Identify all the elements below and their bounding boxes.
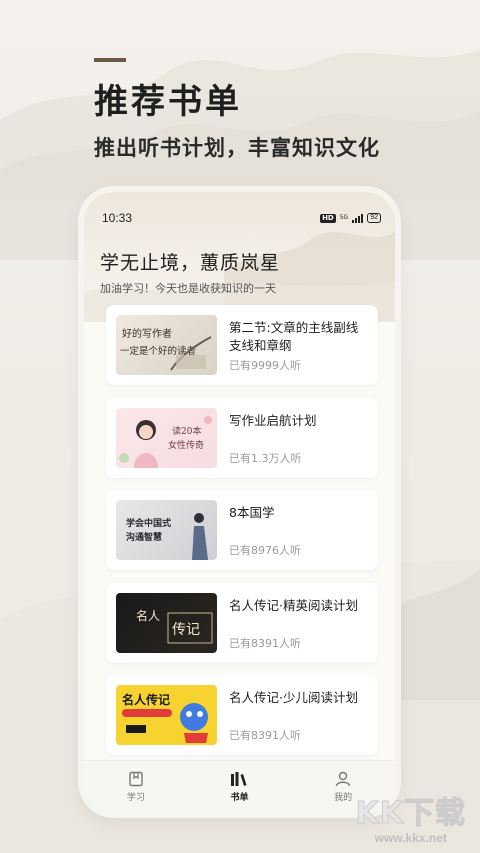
watermark-url: www.kkx.net (374, 831, 447, 845)
booklist-cover: 学会中国式 沟通智慧 (116, 500, 217, 560)
booklist-cover: 好的写作者 一定是个好的读者 (116, 315, 217, 375)
cartoon-illustration (122, 703, 208, 743)
greeting-title: 学无止境，蕙质岚星 (100, 252, 281, 274)
bookshelf-icon (231, 771, 247, 786)
hero-title: 推荐书单 (94, 82, 242, 122)
hd-icon: HD (320, 213, 336, 223)
booklist-card[interactable]: 名人 传记 名人传记·精英阅读计划 已有8391人听 (106, 582, 378, 663)
tab-label: 我的 (334, 792, 353, 803)
feather-icon (170, 336, 212, 371)
booklist-listen-count: 已有8391人听 (229, 729, 301, 742)
signal-icon (352, 213, 364, 223)
hero-subtitle: 推出听书计划，丰富知识文化 (94, 135, 380, 160)
booklist-card[interactable]: 好的写作者 一定是个好的读者 第二节:文章的主线副线支线和章纲 已有9999人听 (106, 305, 378, 385)
tab-study[interactable]: 学习 (101, 771, 171, 803)
booklist-card[interactable]: 读20本 女性传奇 写作业启航计划 已有1.3万人听 (106, 397, 378, 478)
booklist-list: 好的写作者 一定是个好的读者 第二节:文章的主线副线支线和章纲 已有9999人听 (106, 305, 378, 768)
booklist-cover: 读20本 女性传奇 (116, 407, 217, 468)
figure-illustration (192, 513, 208, 560)
booklist-title: 写作业启航计划 (229, 412, 317, 428)
watermark-logo: KK下载 (355, 796, 466, 831)
booklist-listen-count: 已有1.3万人听 (229, 451, 302, 465)
phone-mockup: 10:33 HD 5G 92 学无止境，蕙质岚星 加油学习！今天也是收获知识的一… (84, 192, 395, 812)
status-bar: 10:33 HD 5G 92 (102, 210, 381, 226)
tab-label: 学习 (126, 792, 145, 803)
booklist-card[interactable]: 学会中国式 沟通智慧 8本国学 已有8976人听 (106, 490, 378, 570)
greeting-subtitle: 加油学习！今天也是收获知识的一天 (100, 282, 276, 295)
booklist-cover: 名人传记 (116, 685, 217, 745)
cover-text: 读20本 (172, 426, 202, 437)
booklist-title: 第二节:文章的主线副线支线和章纲 (229, 320, 359, 353)
network-label: 5G (339, 214, 349, 221)
frame-decoration (167, 612, 213, 643)
site-watermark: KK下载 www.kkx.net (355, 796, 467, 845)
status-icons: HD 5G 92 (320, 213, 381, 223)
booklist-title: 名人传记·精英阅读计划 (229, 597, 358, 613)
booklist-listen-count: 已有8391人听 (229, 636, 301, 650)
book-icon (129, 771, 143, 786)
tab-label: 书单 (230, 792, 249, 803)
status-time: 10:33 (102, 211, 133, 225)
user-icon (335, 771, 351, 786)
battery-icon: 92 (367, 213, 381, 223)
booklist-title: 名人传记·少儿阅读计划 (229, 690, 358, 705)
booklist-listen-count: 已有9999人听 (229, 359, 301, 372)
booklist-listen-count: 已有8976人听 (229, 544, 301, 557)
booklist-card[interactable]: 名人传记 名人传记·少儿阅读计划 已有8391人听 (106, 675, 378, 755)
cover-text: 女性传奇 (168, 440, 205, 451)
tab-booklist[interactable]: 书单 (204, 771, 274, 803)
bottom-tab-bar: 学习 书单 我的 (84, 760, 395, 812)
accent-bar (94, 58, 126, 62)
booklist-cover: 名人 传记 (116, 592, 217, 653)
booklist-title: 8本国学 (229, 505, 275, 520)
